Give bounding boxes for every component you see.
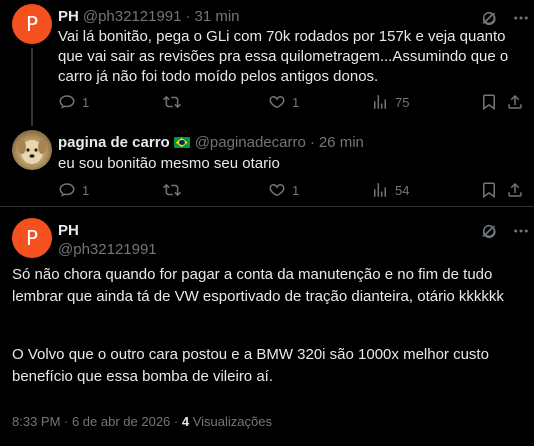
heart-icon bbox=[269, 184, 285, 196]
avatar-letter: P bbox=[25, 226, 39, 250]
views-number: 4 bbox=[181, 414, 190, 429]
tweet-text: eu sou bonitão mesmo seu otario bbox=[58, 155, 280, 172]
thread-line bbox=[31, 48, 33, 126]
handle[interactable]: @paginadecarro bbox=[195, 134, 306, 151]
reply-button[interactable]: 1 bbox=[58, 181, 89, 199]
share-button[interactable] bbox=[506, 93, 524, 111]
share-icon bbox=[508, 94, 522, 109]
reply-tweet-2[interactable]: pagina de carro @paginadecarro · 26 min … bbox=[0, 122, 534, 212]
repost-button[interactable] bbox=[163, 181, 187, 199]
views-count: 75 bbox=[395, 94, 410, 110]
repost-button[interactable] bbox=[163, 93, 187, 111]
tweet-metadata: 8:33 PM · 6 de abr de 2026 · 4 Visualiza… bbox=[12, 414, 272, 429]
handle[interactable]: @ph32121991 bbox=[83, 8, 182, 25]
display-name[interactable]: PH bbox=[58, 221, 157, 240]
tweet-top-icons bbox=[480, 222, 530, 245]
tweet-text-paragraph-2: O Volvo que o outro cara postou e a BMW … bbox=[12, 346, 489, 385]
more-icon[interactable] bbox=[512, 222, 530, 245]
timestamp[interactable]: 31 min bbox=[195, 8, 240, 25]
tweet-text-paragraph-1: Só não chora quando for pagar a conta da… bbox=[12, 266, 504, 305]
main-tweet: P PH @ph32121991 Só não chora quando for… bbox=[0, 212, 534, 446]
reply-count: 1 bbox=[82, 182, 90, 198]
dot-separator: · bbox=[185, 8, 191, 25]
dog-avatar-image bbox=[18, 140, 46, 164]
heart-icon bbox=[269, 96, 285, 108]
avatar[interactable] bbox=[12, 130, 52, 170]
tweet-timestamp[interactable]: 8:33 PM · 6 de abr de 2026 · bbox=[12, 414, 178, 429]
views-button[interactable]: 54 bbox=[371, 181, 409, 199]
like-button[interactable]: 1 bbox=[268, 181, 299, 199]
action-bar: 1 1 54 bbox=[58, 181, 524, 201]
reply-icon bbox=[59, 183, 75, 197]
reply-icon bbox=[59, 95, 75, 109]
like-count: 1 bbox=[292, 182, 300, 198]
tweet-header: PH @ph32121991 · 31 min bbox=[58, 8, 240, 25]
like-button[interactable]: 1 bbox=[268, 93, 299, 111]
display-name[interactable]: pagina de carro bbox=[58, 134, 170, 151]
grok-icon[interactable] bbox=[480, 222, 498, 245]
tweet-text: Vai lá bonitão, pega o GLi com 70k rodad… bbox=[58, 28, 509, 85]
display-name[interactable]: PH bbox=[58, 8, 79, 25]
handle[interactable]: @ph32121991 bbox=[58, 240, 157, 259]
analytics-icon bbox=[374, 95, 386, 109]
timestamp[interactable]: 26 min bbox=[319, 134, 364, 151]
views-button[interactable]: 75 bbox=[371, 93, 409, 111]
dot-separator: · bbox=[309, 134, 315, 151]
views-count: 54 bbox=[395, 182, 410, 198]
views-label: Visualizações bbox=[192, 414, 272, 429]
reply-count: 1 bbox=[82, 94, 90, 110]
tweet-header: pagina de carro @paginadecarro · 26 min bbox=[58, 134, 364, 151]
bookmark-icon bbox=[483, 182, 495, 199]
repost-icon bbox=[163, 95, 181, 109]
reply-button[interactable]: 1 bbox=[58, 93, 89, 111]
brazil-flag-icon bbox=[173, 137, 190, 148]
repost-icon bbox=[163, 183, 181, 197]
like-count: 1 bbox=[292, 94, 300, 110]
avatar[interactable]: P bbox=[12, 218, 52, 258]
avatar[interactable]: P bbox=[12, 4, 52, 44]
bookmark-icon bbox=[483, 94, 495, 111]
analytics-icon bbox=[374, 183, 386, 197]
share-icon bbox=[508, 182, 522, 197]
avatar-letter: P bbox=[25, 12, 39, 36]
author-block: PH @ph32121991 bbox=[58, 221, 157, 259]
bookmark-button[interactable] bbox=[480, 93, 498, 111]
reply-tweet-1[interactable]: P PH @ph32121991 · 31 min Vai lá bonitão… bbox=[0, 0, 534, 126]
action-bar: 1 1 75 bbox=[58, 93, 524, 113]
share-button[interactable] bbox=[506, 181, 524, 199]
divider bbox=[0, 206, 534, 207]
bookmark-button[interactable] bbox=[480, 181, 498, 199]
